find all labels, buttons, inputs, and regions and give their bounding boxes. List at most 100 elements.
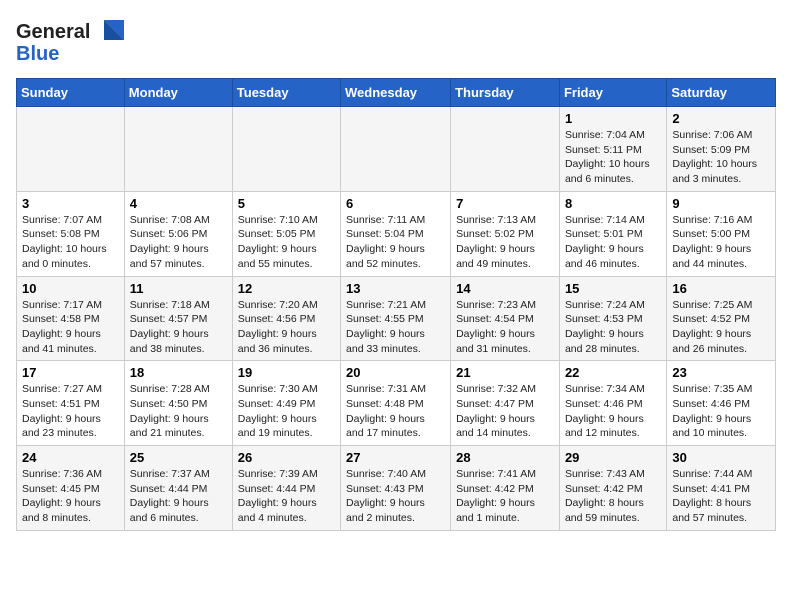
day-number: 5 — [238, 196, 335, 211]
day-info: Sunrise: 7:27 AM Sunset: 4:51 PM Dayligh… — [22, 382, 119, 441]
calendar-cell: 13 Sunrise: 7:21 AM Sunset: 4:55 PM Dayli… — [341, 276, 451, 361]
col-header-friday: Friday — [559, 79, 666, 107]
day-number: 2 — [672, 111, 770, 126]
day-info: Sunrise: 7:24 AM Sunset: 4:53 PM Dayligh… — [565, 298, 661, 357]
day-info: Sunrise: 7:21 AM Sunset: 4:55 PM Dayligh… — [346, 298, 445, 357]
day-number: 7 — [456, 196, 554, 211]
day-number: 11 — [130, 281, 227, 296]
calendar-cell: 12 Sunrise: 7:20 AM Sunset: 4:56 PM Dayli… — [232, 276, 340, 361]
day-number: 4 — [130, 196, 227, 211]
day-number: 24 — [22, 450, 119, 465]
calendar-cell: 11 Sunrise: 7:18 AM Sunset: 4:57 PM Dayli… — [124, 276, 232, 361]
day-number: 26 — [238, 450, 335, 465]
calendar-cell: 7 Sunrise: 7:13 AM Sunset: 5:02 PM Daylig… — [451, 191, 560, 276]
day-number: 29 — [565, 450, 661, 465]
day-number: 25 — [130, 450, 227, 465]
col-header-wednesday: Wednesday — [341, 79, 451, 107]
calendar-cell: 22 Sunrise: 7:34 AM Sunset: 4:46 PM Dayli… — [559, 361, 666, 446]
col-header-saturday: Saturday — [667, 79, 776, 107]
calendar-cell: 17 Sunrise: 7:27 AM Sunset: 4:51 PM Dayli… — [17, 361, 125, 446]
day-number: 22 — [565, 365, 661, 380]
day-info: Sunrise: 7:16 AM Sunset: 5:00 PM Dayligh… — [672, 213, 770, 272]
day-info: Sunrise: 7:20 AM Sunset: 4:56 PM Dayligh… — [238, 298, 335, 357]
calendar-cell: 4 Sunrise: 7:08 AM Sunset: 5:06 PM Daylig… — [124, 191, 232, 276]
day-number: 21 — [456, 365, 554, 380]
day-info: Sunrise: 7:34 AM Sunset: 4:46 PM Dayligh… — [565, 382, 661, 441]
day-info: Sunrise: 7:30 AM Sunset: 4:49 PM Dayligh… — [238, 382, 335, 441]
day-info: Sunrise: 7:36 AM Sunset: 4:45 PM Dayligh… — [22, 467, 119, 526]
col-header-sunday: Sunday — [17, 79, 125, 107]
calendar-table: SundayMondayTuesdayWednesdayThursdayFrid… — [16, 78, 776, 531]
calendar-cell: 9Sunrise: 7:16 AM Sunset: 5:00 PM Daylig… — [667, 191, 776, 276]
day-info: Sunrise: 7:25 AM Sunset: 4:52 PM Dayligh… — [672, 298, 770, 357]
day-number: 19 — [238, 365, 335, 380]
calendar-cell: 18 Sunrise: 7:28 AM Sunset: 4:50 PM Dayli… — [124, 361, 232, 446]
col-header-tuesday: Tuesday — [232, 79, 340, 107]
calendar-cell — [124, 107, 232, 192]
day-info: Sunrise: 7:37 AM Sunset: 4:44 PM Dayligh… — [130, 467, 227, 526]
page-header: GeneralBlue — [16, 16, 776, 68]
calendar-cell: 29 Sunrise: 7:43 AM Sunset: 4:42 PM Dayli… — [559, 446, 666, 531]
day-number: 15 — [565, 281, 661, 296]
day-info: Sunrise: 7:06 AM Sunset: 5:09 PM Dayligh… — [672, 128, 770, 187]
col-header-thursday: Thursday — [451, 79, 560, 107]
day-info: Sunrise: 7:18 AM Sunset: 4:57 PM Dayligh… — [130, 298, 227, 357]
day-info: Sunrise: 7:39 AM Sunset: 4:44 PM Dayligh… — [238, 467, 335, 526]
calendar-cell: 26 Sunrise: 7:39 AM Sunset: 4:44 PM Dayli… — [232, 446, 340, 531]
calendar-cell: 19 Sunrise: 7:30 AM Sunset: 4:49 PM Dayli… — [232, 361, 340, 446]
calendar-cell — [232, 107, 340, 192]
day-info: Sunrise: 7:28 AM Sunset: 4:50 PM Dayligh… — [130, 382, 227, 441]
day-info: Sunrise: 7:35 AM Sunset: 4:46 PM Dayligh… — [672, 382, 770, 441]
calendar-cell: 3 Sunrise: 7:07 AM Sunset: 5:08 PM Daylig… — [17, 191, 125, 276]
day-number: 12 — [238, 281, 335, 296]
calendar-cell: 24 Sunrise: 7:36 AM Sunset: 4:45 PM Dayli… — [17, 446, 125, 531]
day-info: Sunrise: 7:40 AM Sunset: 4:43 PM Dayligh… — [346, 467, 445, 526]
day-number: 20 — [346, 365, 445, 380]
day-number: 18 — [130, 365, 227, 380]
calendar-cell: 6Sunrise: 7:11 AM Sunset: 5:04 PM Daylig… — [341, 191, 451, 276]
svg-text:Blue: Blue — [16, 43, 59, 65]
calendar-cell: 21 Sunrise: 7:32 AM Sunset: 4:47 PM Dayli… — [451, 361, 560, 446]
calendar-cell: 14 Sunrise: 7:23 AM Sunset: 4:54 PM Dayli… — [451, 276, 560, 361]
calendar-cell: 25 Sunrise: 7:37 AM Sunset: 4:44 PM Dayli… — [124, 446, 232, 531]
day-info: Sunrise: 7:32 AM Sunset: 4:47 PM Dayligh… — [456, 382, 554, 441]
calendar-cell: 8Sunrise: 7:14 AM Sunset: 5:01 PM Daylig… — [559, 191, 666, 276]
calendar-cell: 27 Sunrise: 7:40 AM Sunset: 4:43 PM Dayli… — [341, 446, 451, 531]
calendar-cell: 20 Sunrise: 7:31 AM Sunset: 4:48 PM Dayli… — [341, 361, 451, 446]
day-number: 28 — [456, 450, 554, 465]
day-info: Sunrise: 7:17 AM Sunset: 4:58 PM Dayligh… — [22, 298, 119, 357]
day-number: 27 — [346, 450, 445, 465]
day-number: 17 — [22, 365, 119, 380]
day-info: Sunrise: 7:44 AM Sunset: 4:41 PM Dayligh… — [672, 467, 770, 526]
calendar-cell: 5 Sunrise: 7:10 AM Sunset: 5:05 PM Daylig… — [232, 191, 340, 276]
calendar-cell: 15 Sunrise: 7:24 AM Sunset: 4:53 PM Dayli… — [559, 276, 666, 361]
calendar-cell: 10Sunrise: 7:17 AM Sunset: 4:58 PM Dayli… — [17, 276, 125, 361]
day-info: Sunrise: 7:08 AM Sunset: 5:06 PM Dayligh… — [130, 213, 227, 272]
calendar-cell: 1 Sunrise: 7:04 AM Sunset: 5:11 PM Daylig… — [559, 107, 666, 192]
day-number: 3 — [22, 196, 119, 211]
day-info: Sunrise: 7:31 AM Sunset: 4:48 PM Dayligh… — [346, 382, 445, 441]
day-number: 8 — [565, 196, 661, 211]
logo-svg: GeneralBlue — [16, 16, 126, 68]
calendar-cell: 23Sunrise: 7:35 AM Sunset: 4:46 PM Dayli… — [667, 361, 776, 446]
day-number: 13 — [346, 281, 445, 296]
calendar-cell: 2 Sunrise: 7:06 AM Sunset: 5:09 PM Daylig… — [667, 107, 776, 192]
calendar-cell — [17, 107, 125, 192]
day-info: Sunrise: 7:23 AM Sunset: 4:54 PM Dayligh… — [456, 298, 554, 357]
day-number: 16 — [672, 281, 770, 296]
logo: GeneralBlue — [16, 16, 126, 68]
calendar-cell: 30Sunrise: 7:44 AM Sunset: 4:41 PM Dayli… — [667, 446, 776, 531]
calendar-cell: 16 Sunrise: 7:25 AM Sunset: 4:52 PM Dayli… — [667, 276, 776, 361]
day-info: Sunrise: 7:04 AM Sunset: 5:11 PM Dayligh… — [565, 128, 661, 187]
col-header-monday: Monday — [124, 79, 232, 107]
day-info: Sunrise: 7:41 AM Sunset: 4:42 PM Dayligh… — [456, 467, 554, 526]
day-number: 14 — [456, 281, 554, 296]
day-info: Sunrise: 7:43 AM Sunset: 4:42 PM Dayligh… — [565, 467, 661, 526]
calendar-cell — [451, 107, 560, 192]
day-info: Sunrise: 7:13 AM Sunset: 5:02 PM Dayligh… — [456, 213, 554, 272]
day-info: Sunrise: 7:10 AM Sunset: 5:05 PM Dayligh… — [238, 213, 335, 272]
day-info: Sunrise: 7:07 AM Sunset: 5:08 PM Dayligh… — [22, 213, 119, 272]
day-number: 6 — [346, 196, 445, 211]
calendar-cell — [341, 107, 451, 192]
day-number: 1 — [565, 111, 661, 126]
